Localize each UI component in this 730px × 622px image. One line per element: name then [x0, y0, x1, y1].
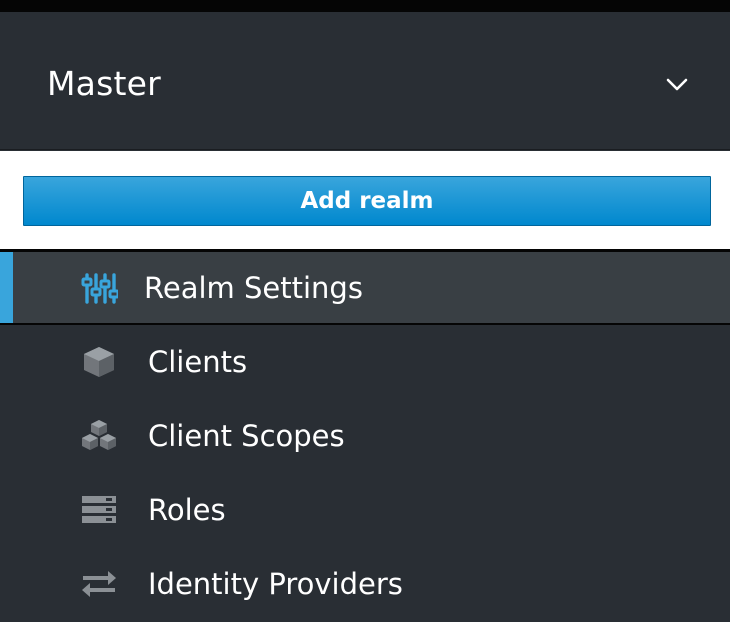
sidebar-item-label: Realm Settings: [144, 270, 363, 305]
realm-selector[interactable]: Master: [0, 12, 730, 150]
sidebar-item-label: Identity Providers: [148, 567, 403, 601]
list-stack-icon: [82, 496, 116, 523]
sliders-icon: [81, 272, 118, 304]
sidebar-item-label: Client Scopes: [148, 419, 345, 453]
sidebar-nav: Realm Settings Clients Client Scopes Rol…: [0, 249, 730, 621]
sidebar-item-roles[interactable]: Roles: [0, 473, 730, 547]
sidebar-item-clients[interactable]: Clients: [0, 325, 730, 399]
add-realm-panel: Add realm: [0, 151, 730, 249]
top-border: [0, 0, 730, 12]
realm-sidebar: Master Add realm Realm Settings Clients …: [0, 0, 730, 622]
sidebar-item-label: Clients: [148, 345, 248, 379]
cube-icon: [84, 347, 114, 377]
active-indicator: [0, 252, 13, 323]
sidebar-item-realm-settings[interactable]: Realm Settings: [0, 249, 730, 325]
sidebar-item-identity-providers[interactable]: Identity Providers: [0, 547, 730, 621]
exchange-icon: [82, 571, 116, 597]
sidebar-item-client-scopes[interactable]: Client Scopes: [0, 399, 730, 473]
cubes-icon: [82, 420, 116, 450]
sidebar-item-label: Roles: [148, 493, 226, 527]
realm-name: Master: [47, 64, 161, 103]
add-realm-button[interactable]: Add realm: [23, 176, 711, 226]
chevron-down-icon[interactable]: [664, 74, 690, 94]
